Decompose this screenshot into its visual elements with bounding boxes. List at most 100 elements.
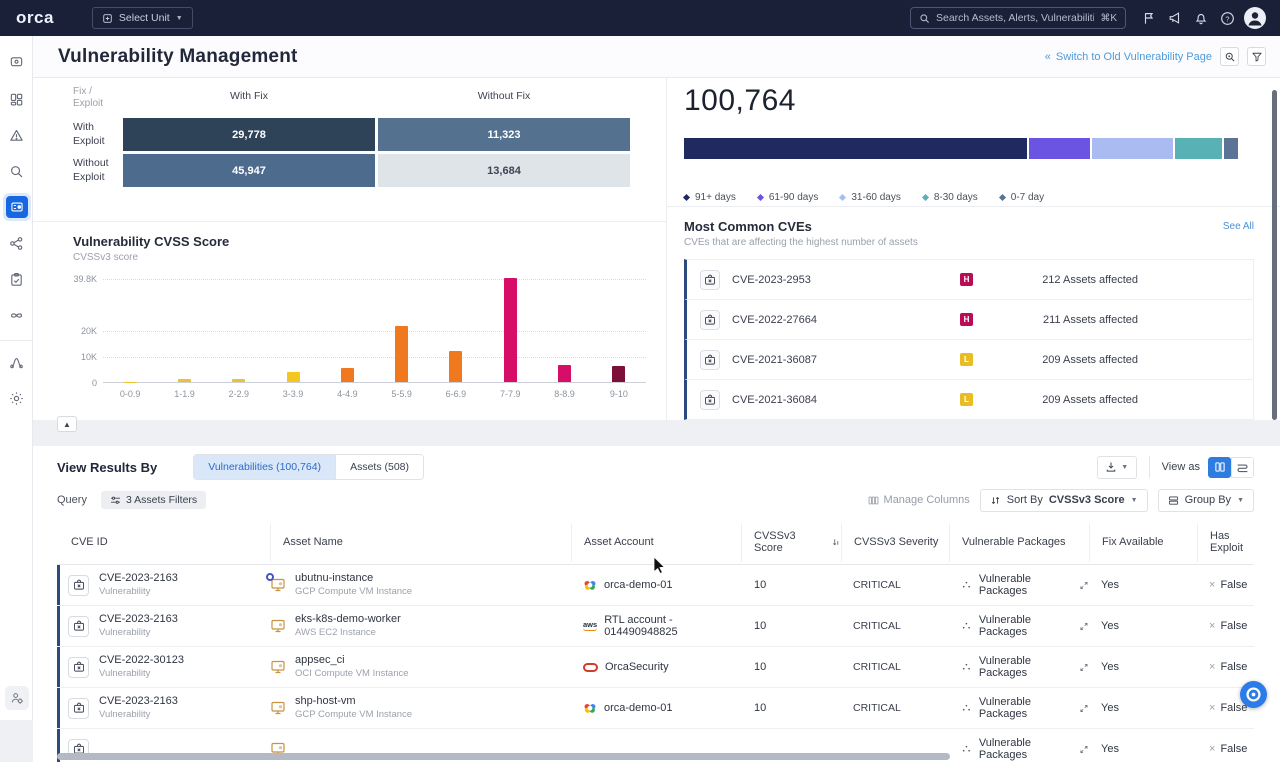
- sort-arrows-icon: [990, 495, 1001, 506]
- fix-available-cell: Yes: [1089, 579, 1197, 591]
- table-row[interactable]: CVE-2023-2163Vulnerabilityshp-host-vmGCP…: [57, 688, 1254, 729]
- horizontal-scrollbar[interactable]: [57, 753, 950, 760]
- collapse-analytics-button[interactable]: ▲: [57, 416, 77, 432]
- sidebar-item-attack-paths[interactable]: [0, 228, 33, 258]
- common-cve-row[interactable]: CVE-2023-2953H212 Assets affected: [684, 259, 1254, 300]
- orca-logo[interactable]: orca: [16, 8, 54, 28]
- unit-icon: [102, 13, 113, 24]
- cvss-bar[interactable]: [287, 372, 300, 382]
- sidebar-item-automations[interactable]: [0, 347, 33, 377]
- view-as-lanes-button[interactable]: [1231, 457, 1254, 478]
- age-bar-segment[interactable]: [1092, 138, 1173, 159]
- export-button[interactable]: ▼: [1097, 456, 1137, 479]
- sort-by-select[interactable]: Sort By CVSSv3 Score ▼: [980, 489, 1148, 512]
- table-row[interactable]: CVE-2023-2163Vulnerabilityeks-k8s-demo-w…: [57, 606, 1254, 647]
- group-by-select[interactable]: Group By ▼: [1158, 489, 1254, 512]
- column-header[interactable]: Has Exploit: [1197, 524, 1254, 562]
- x-tick-label: 2-2.9: [212, 389, 266, 399]
- sidebar-item-user-admin[interactable]: [0, 686, 33, 710]
- y-tick-label: 0: [92, 378, 97, 388]
- vulnerable-packages-label[interactable]: Vulnerable Packages: [979, 696, 1072, 720]
- results-tab[interactable]: Assets (508): [335, 455, 423, 479]
- sidebar-item-compliance[interactable]: [0, 264, 33, 294]
- matrix-cell[interactable]: 13,684: [378, 154, 630, 187]
- feedback-flag-button[interactable]: [1136, 5, 1162, 31]
- vulnerable-packages-label[interactable]: Vulnerable Packages: [979, 573, 1072, 597]
- sidebar-item-settings[interactable]: [0, 383, 33, 413]
- expand-icon[interactable]: [1079, 662, 1089, 673]
- expand-icon[interactable]: [1079, 703, 1089, 714]
- cvss-score-cell: 10: [741, 661, 841, 673]
- filter-button[interactable]: [1247, 47, 1266, 66]
- sidebar-item-dashboards[interactable]: [0, 84, 33, 114]
- announcements-button[interactable]: [1162, 5, 1188, 31]
- table-row[interactable]: CVE-2023-2163Vulnerabilityubutnu-instanc…: [57, 565, 1254, 606]
- expand-icon[interactable]: [1079, 744, 1089, 755]
- status-badge: [266, 573, 274, 581]
- global-search[interactable]: ⌘K: [910, 7, 1126, 29]
- cvss-bar[interactable]: [449, 351, 462, 382]
- age-bar-segment[interactable]: [1175, 138, 1222, 159]
- switch-old-page-link[interactable]: « Switch to Old Vulnerability Page: [1045, 51, 1212, 63]
- expand-icon[interactable]: [1079, 621, 1089, 632]
- view-as-table-button[interactable]: [1208, 457, 1231, 478]
- search-input[interactable]: [936, 12, 1094, 24]
- matrix-cell[interactable]: 29,778: [123, 118, 375, 151]
- column-header[interactable]: Asset Name: [270, 524, 571, 562]
- severity-badge: L: [960, 393, 973, 406]
- age-bar-segment[interactable]: [1029, 138, 1090, 159]
- see-all-link[interactable]: See All: [1223, 219, 1254, 232]
- cvss-bar[interactable]: [232, 379, 245, 382]
- notifications-button[interactable]: [1188, 5, 1214, 31]
- manage-columns-button[interactable]: Manage Columns: [868, 494, 970, 506]
- sidebar-item-vulnerabilities[interactable]: [0, 192, 33, 222]
- common-cve-row[interactable]: CVE-2021-36084L209 Assets affected: [684, 379, 1254, 420]
- help-button[interactable]: ?: [1214, 5, 1240, 31]
- chevron-down-icon: ▼: [176, 15, 183, 22]
- column-header[interactable]: Fix Available: [1089, 524, 1197, 562]
- vulnerable-packages-label[interactable]: Vulnerable Packages: [979, 614, 1072, 638]
- assets-affected-label: 212 Assets affected: [1042, 274, 1138, 286]
- vertical-scrollbar[interactable]: [1272, 90, 1277, 420]
- unit-selector[interactable]: Select Unit ▼: [92, 7, 193, 29]
- user-avatar[interactable]: [1244, 7, 1266, 29]
- sidebar-item-alerts[interactable]: [0, 120, 33, 150]
- assets-filters-chip[interactable]: 3 Assets Filters: [101, 491, 206, 509]
- column-header[interactable]: CVE ID: [57, 522, 270, 564]
- vm-asset-icon: [270, 618, 286, 634]
- column-header[interactable]: Vulnerable Packages: [949, 524, 1089, 562]
- cvss-severity-cell: CRITICAL: [841, 661, 949, 673]
- sidebar-item-shift-left[interactable]: [0, 300, 33, 330]
- age-bar-segment[interactable]: [1224, 138, 1238, 159]
- cvss-bar[interactable]: [395, 326, 408, 382]
- cvss-bar[interactable]: [178, 379, 191, 382]
- orca-chat-widget[interactable]: [1240, 681, 1267, 708]
- legend-diamond-icon: [839, 194, 846, 201]
- legend-diamond-icon: [683, 194, 690, 201]
- table-row[interactable]: CVE-2022-30123Vulnerabilityappsec_ciOCI …: [57, 647, 1254, 688]
- saved-searches-button[interactable]: [1220, 47, 1239, 66]
- matrix-cell[interactable]: 45,947: [123, 154, 375, 187]
- column-header[interactable]: CVSSv3 Severity: [841, 524, 949, 562]
- vulnerable-packages-label[interactable]: Vulnerable Packages: [979, 655, 1072, 679]
- page-header: Vulnerability Management « Switch to Old…: [33, 36, 1280, 78]
- common-cve-row[interactable]: CVE-2022-27664H211 Assets affected: [684, 299, 1254, 340]
- cvss-bar[interactable]: [504, 278, 517, 382]
- matrix-cell[interactable]: 11,323: [378, 118, 630, 151]
- results-tab[interactable]: Vulnerabilities (100,764): [194, 455, 335, 479]
- sidebar-item-inventory[interactable]: [0, 156, 33, 186]
- column-header[interactable]: CVSSv3 Score: [741, 524, 841, 562]
- most-common-cves-card: Most Common CVEs CVEs that are affecting…: [667, 207, 1280, 420]
- active-item-halo: [3, 193, 31, 221]
- vulnerable-packages-cell: Vulnerable Packages: [949, 614, 1089, 638]
- cvss-bar[interactable]: [612, 366, 625, 382]
- age-bar-segment[interactable]: [684, 138, 1027, 159]
- sidebar-item-home[interactable]: [0, 46, 33, 76]
- column-header[interactable]: Asset Account: [571, 524, 741, 562]
- x-tick-label: 0-0.9: [103, 389, 157, 399]
- cvss-bar[interactable]: [341, 368, 354, 382]
- cvss-bar[interactable]: [558, 365, 571, 382]
- common-cve-row[interactable]: CVE-2021-36087L209 Assets affected: [684, 339, 1254, 380]
- expand-icon[interactable]: [1079, 580, 1089, 591]
- vulnerable-packages-label[interactable]: Vulnerable Packages: [979, 737, 1072, 761]
